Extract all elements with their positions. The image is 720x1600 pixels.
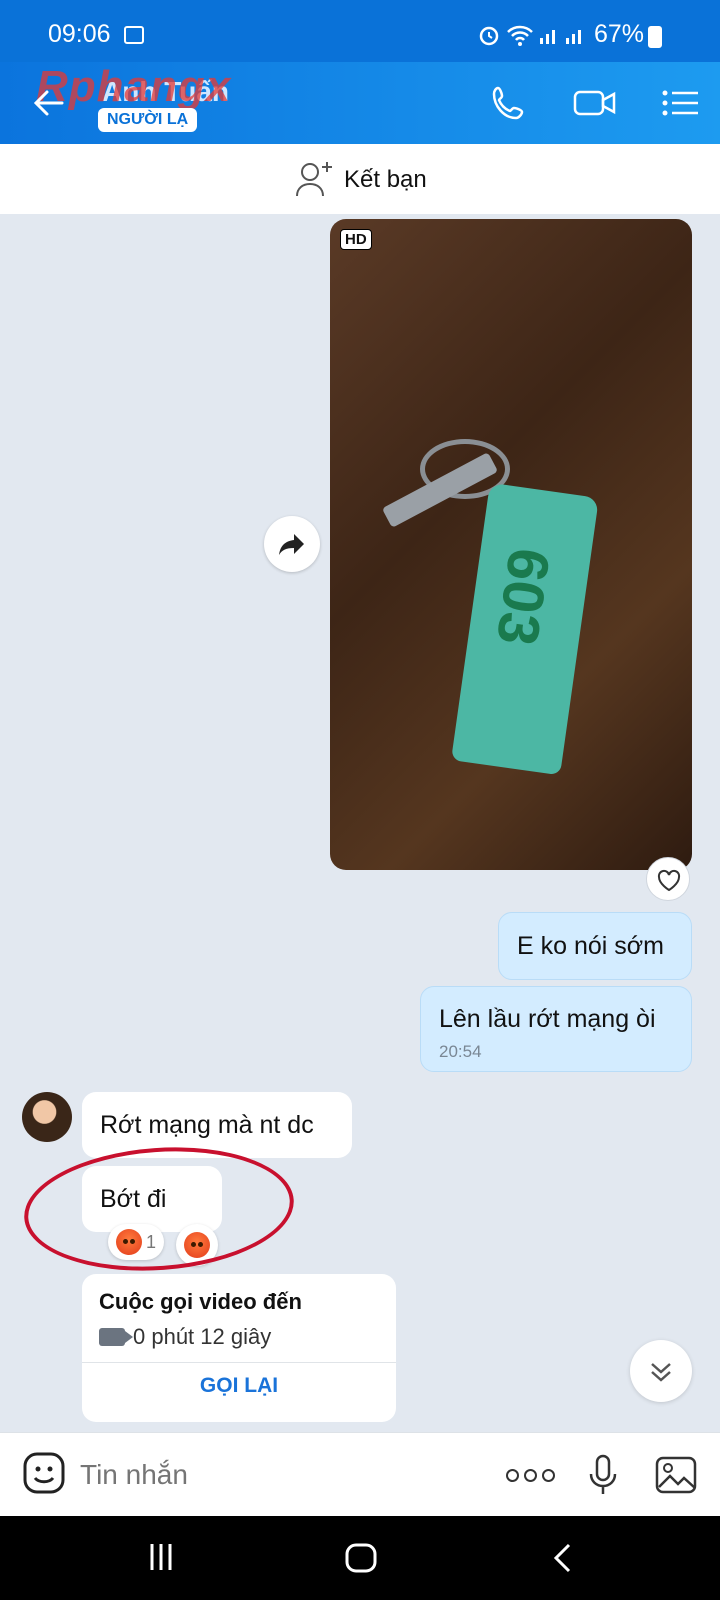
stranger-badge: NGƯỜI LẠ — [98, 108, 198, 132]
menu-list-icon[interactable] — [660, 84, 700, 122]
forward-button[interactable] — [264, 516, 320, 572]
phone-call-icon[interactable] — [490, 84, 530, 122]
microphone-icon[interactable] — [588, 1453, 618, 1497]
call-duration: 0 phút 12 giây — [133, 1324, 272, 1349]
more-options-button[interactable] — [506, 1469, 555, 1482]
message-input[interactable] — [80, 1459, 460, 1491]
chat-header: Anh Tuấn Rphangx NGƯỜI LẠ — [0, 62, 720, 144]
add-friend-label: Kết bạn — [344, 166, 427, 193]
contact-avatar[interactable] — [22, 1092, 72, 1142]
system-nav-bar — [0, 1516, 720, 1600]
battery-percent: 67% — [594, 20, 645, 48]
sticker-icon[interactable] — [22, 1451, 66, 1495]
divider — [82, 1362, 396, 1363]
recent-apps-icon[interactable] — [146, 1542, 176, 1572]
add-friend-bar[interactable]: Kết bạn — [0, 144, 720, 214]
react-heart-button[interactable] — [646, 857, 690, 901]
dot — [524, 1469, 537, 1482]
dot — [542, 1469, 555, 1482]
video-call-card: Cuộc gọi video đến 0 phút 12 giây GỌI LẠ… — [82, 1274, 396, 1422]
hd-badge: HD — [340, 229, 372, 250]
signal-icon — [540, 30, 581, 44]
scroll-to-bottom-button[interactable] — [630, 1340, 692, 1402]
alarm-icon — [479, 26, 499, 46]
battery-icon — [648, 26, 662, 48]
back-arrow-icon[interactable] — [32, 86, 66, 120]
wifi-icon — [507, 25, 533, 46]
message-timestamp: 20:54 — [439, 1042, 482, 1061]
red-annotation-circle — [20, 1138, 298, 1280]
gallery-icon[interactable] — [654, 1455, 698, 1495]
message-text: Lên lầu rớt mạng òi — [439, 1005, 656, 1033]
message-bubble-outgoing[interactable]: Lên lầu rớt mạng òi 20:54 — [420, 986, 692, 1072]
call-back-button[interactable]: GỌI LẠI — [82, 1374, 396, 1398]
dot — [506, 1469, 519, 1482]
key-tag: 603 — [451, 482, 599, 776]
message-text: E ko nói sớm — [517, 932, 664, 960]
photo-message[interactable]: HD 603 — [330, 219, 692, 870]
key-tag-number: 603 — [484, 544, 562, 650]
image-notification-icon — [124, 26, 144, 44]
video-call-icon[interactable] — [572, 84, 618, 122]
add-friend-icon — [296, 162, 332, 197]
status-time: 09:06 — [48, 20, 111, 48]
double-chevron-down-icon — [651, 1363, 671, 1382]
missed-video-call-icon — [99, 1328, 133, 1346]
call-title: Cuộc gọi video đến — [99, 1289, 302, 1314]
message-bubble-incoming[interactable]: Rớt mạng mà nt dc — [82, 1092, 352, 1158]
message-bubble-outgoing[interactable]: E ko nói sớm — [498, 912, 692, 980]
message-text: Rớt mạng mà nt dc — [100, 1111, 314, 1139]
status-bar: 09:06 67% — [0, 0, 720, 62]
back-icon[interactable] — [550, 1542, 574, 1574]
home-icon[interactable] — [344, 1542, 378, 1574]
heart-icon — [657, 869, 681, 892]
message-composer — [0, 1432, 720, 1516]
forward-arrow-icon — [279, 534, 304, 555]
